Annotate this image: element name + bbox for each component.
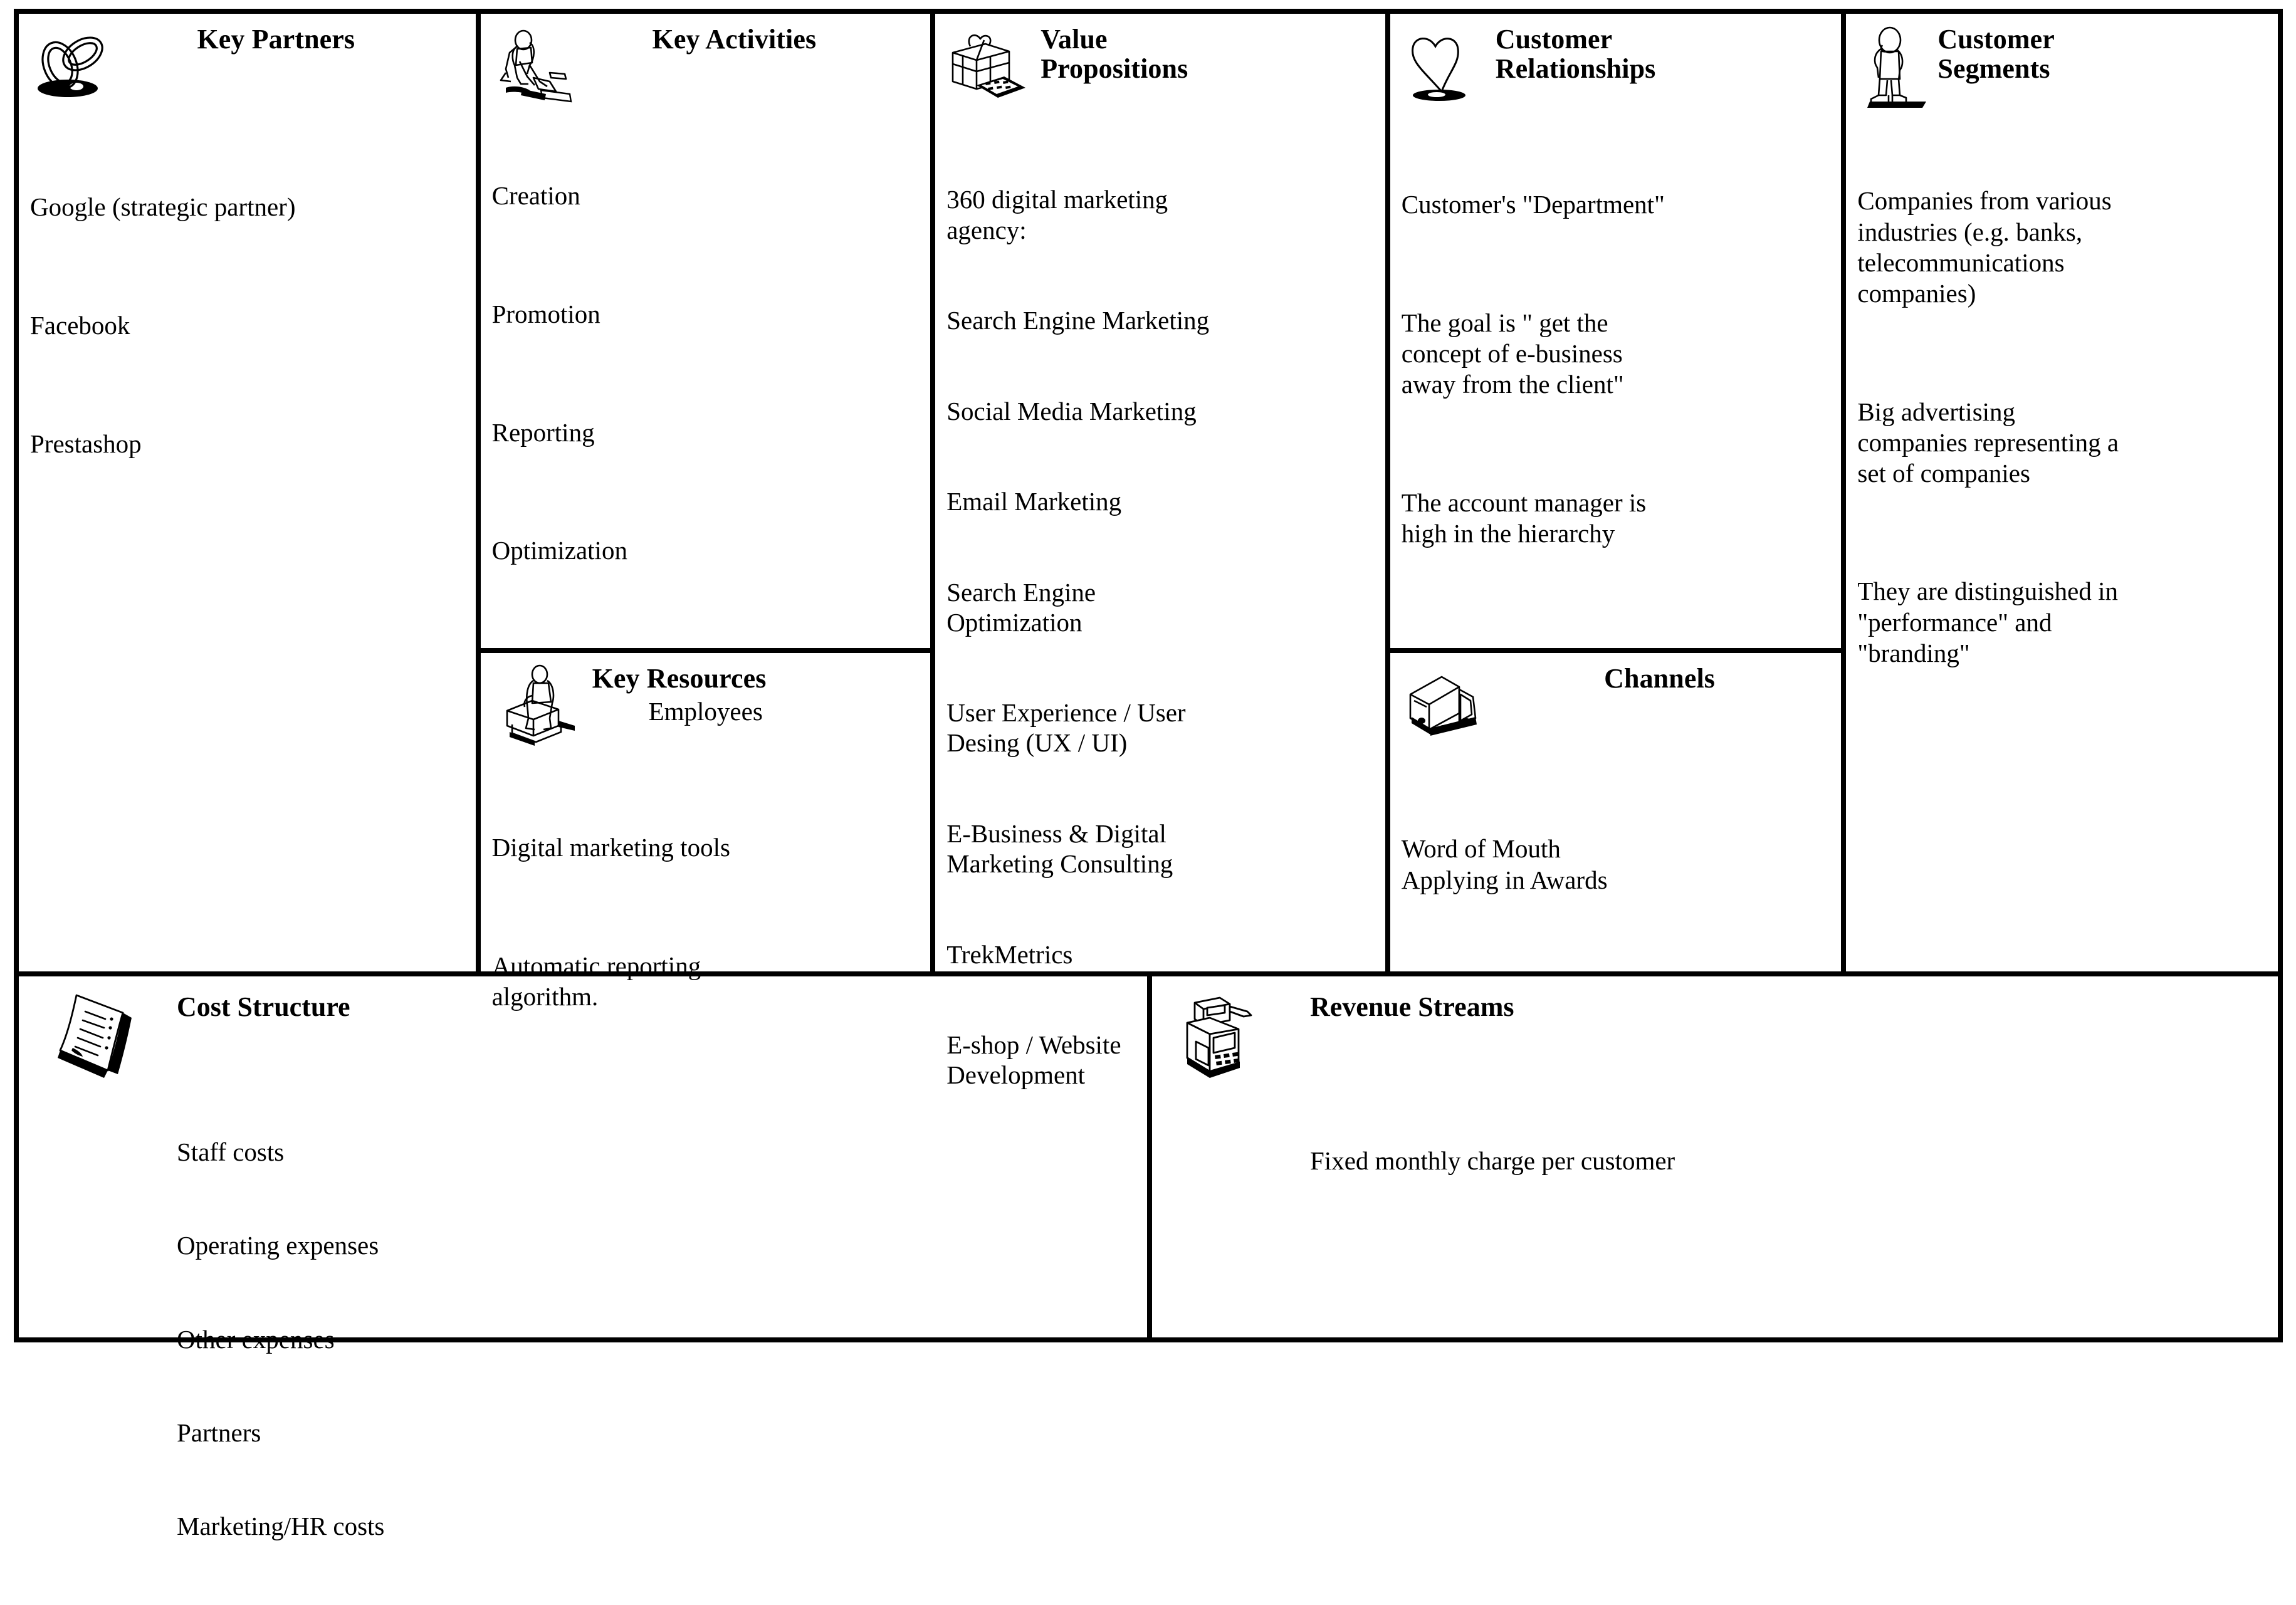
key-partners-body: Google (strategic partner) Facebook Pres… bbox=[30, 130, 464, 521]
list-item: Operating expenses bbox=[177, 1231, 379, 1260]
value-propositions-title-line1: Value bbox=[1041, 24, 1108, 55]
customer-relationships-header: Customer Relationships bbox=[1402, 21, 1830, 117]
customer-segments-title: Customer Segments bbox=[1857, 21, 2267, 83]
list-item: Marketing/HR costs bbox=[177, 1512, 385, 1541]
block-cost-structure[interactable]: Cost Structure Staff costs Operating exp… bbox=[19, 976, 1147, 1540]
value-propositions-title: Value Propositions bbox=[946, 21, 1374, 83]
list-item: Promotion bbox=[491, 299, 600, 328]
list-item: Big advertising companies representing a… bbox=[1857, 397, 2119, 488]
key-activities-title: Key Activities bbox=[652, 24, 817, 55]
list-item: Social Media Marketing bbox=[946, 396, 1197, 426]
list-item: Companies from various industries (e.g. … bbox=[1857, 186, 2112, 308]
revenue-streams-body: Fixed monthly charge per customer bbox=[1165, 1084, 2265, 1238]
list-item: Search Engine Marketing bbox=[946, 306, 1210, 335]
list-item: Optimization bbox=[491, 536, 627, 565]
list-item: Reporting bbox=[491, 417, 595, 447]
list-item: Prestashop bbox=[30, 429, 142, 458]
list-item: E-Business & Digital Marketing Consultin… bbox=[946, 818, 1173, 879]
block-key-activities[interactable]: Key Activities Creation Promotion Report… bbox=[481, 14, 931, 648]
list-item: Email Marketing bbox=[946, 487, 1122, 516]
key-partners-title: Key Partners bbox=[197, 24, 355, 55]
revenue-streams-header: Revenue Streams bbox=[1165, 985, 2265, 1078]
list-item: Creation bbox=[491, 181, 580, 211]
key-resources-subtitle: Employees bbox=[648, 696, 763, 726]
list-item: Facebook bbox=[30, 310, 130, 340]
list-item: Search Engine Optimization bbox=[946, 577, 1096, 637]
invoice-paper-icon bbox=[50, 990, 155, 1084]
canvas-bottom-region: Cost Structure Staff costs Operating exp… bbox=[19, 971, 2278, 1540]
customer-relationships-title: Customer Relationships bbox=[1402, 21, 1830, 83]
customer-segments-body: Companies from various industries (e.g. … bbox=[1857, 124, 2267, 730]
business-model-canvas: Key Partners Google (strategic partner) … bbox=[14, 9, 2283, 1540]
column-key-activities-resources: Key Activities Creation Promotion Report… bbox=[475, 14, 931, 1011]
channels-title: Channels bbox=[1604, 663, 1716, 694]
customer-relationships-title-line2: Relationships bbox=[1495, 53, 1656, 84]
list-item: Partners bbox=[177, 1418, 261, 1447]
block-key-resources[interactable]: Key Resources Employees Digital marketin… bbox=[480, 648, 931, 1011]
block-customer-relationships[interactable]: Customer Relationships Customer's "Depar… bbox=[1390, 14, 1842, 648]
list-item: Fixed monthly charge per customer bbox=[1310, 1146, 1675, 1176]
revenue-streams-title: Revenue Streams bbox=[1310, 991, 1514, 1022]
cash-register-icon bbox=[1173, 990, 1286, 1084]
list-item: Digital marketing tools bbox=[491, 833, 730, 862]
block-channels[interactable]: Channels Word of Mouth Applying in Award… bbox=[1390, 648, 1842, 971]
list-item: Staff costs bbox=[177, 1137, 285, 1166]
list-item: Other expenses bbox=[177, 1324, 335, 1354]
list-item: Google (strategic partner) bbox=[30, 192, 296, 222]
list-item: The goal is " get the concept of e-busin… bbox=[1401, 308, 1624, 399]
channels-body: Word of Mouth Applying in Awards bbox=[1402, 772, 1830, 957]
cost-structure-header: Cost Structure bbox=[31, 985, 1135, 1078]
list-item: TrekMetrics bbox=[946, 939, 1073, 969]
column-relationships-channels: Customer Relationships Customer's "Depar… bbox=[1385, 14, 1842, 971]
value-propositions-intro: 360 digital marketing agency: bbox=[946, 185, 1168, 244]
key-resources-header: Key Resources Employees bbox=[492, 661, 920, 746]
list-item: User Experience / User Desing (UX / UI) bbox=[946, 698, 1186, 758]
list-item: Word of Mouth Applying in Awards bbox=[1401, 834, 1608, 894]
list-item: Customer's "Department" bbox=[1401, 190, 1665, 219]
block-customer-segments[interactable]: Customer Segments Companies from various… bbox=[1841, 14, 2278, 971]
block-value-propositions[interactable]: Value Propositions 360 digital marketing… bbox=[930, 14, 1385, 1089]
channels-header: Channels bbox=[1402, 661, 1830, 736]
block-key-partners[interactable]: Key Partners Google (strategic partner) … bbox=[19, 14, 476, 971]
list-item: The account manager is high in the hiera… bbox=[1401, 488, 1647, 548]
value-propositions-title-line2: Propositions bbox=[1041, 53, 1188, 84]
customer-segments-title-line2: Segments bbox=[1937, 53, 2050, 84]
value-propositions-header: Value Propositions bbox=[946, 21, 1374, 115]
customer-segments-title-line1: Customer bbox=[1937, 24, 2055, 55]
key-resources-title: Key Resources bbox=[592, 663, 767, 694]
key-partners-header: Key Partners bbox=[30, 21, 464, 97]
key-activities-body: Creation Promotion Reporting Optimizatio… bbox=[492, 119, 920, 628]
customer-relationships-title-line1: Customer bbox=[1495, 24, 1613, 55]
key-activities-header: Key Activities bbox=[492, 21, 920, 103]
customer-segments-header: Customer Segments bbox=[1857, 21, 2267, 115]
canvas-top-region: Key Partners Google (strategic partner) … bbox=[19, 14, 2278, 1089]
cost-structure-body: Staff costs Operating expenses Other exp… bbox=[31, 1074, 1135, 1605]
block-revenue-streams[interactable]: Revenue Streams Fixed monthly charge per… bbox=[1147, 976, 2278, 1337]
list-item: They are distinguished in "performance" … bbox=[1857, 577, 2118, 667]
customer-relationships-body: Customer's "Department" The goal is " ge… bbox=[1402, 128, 1830, 611]
cost-structure-title: Cost Structure bbox=[177, 991, 350, 1022]
